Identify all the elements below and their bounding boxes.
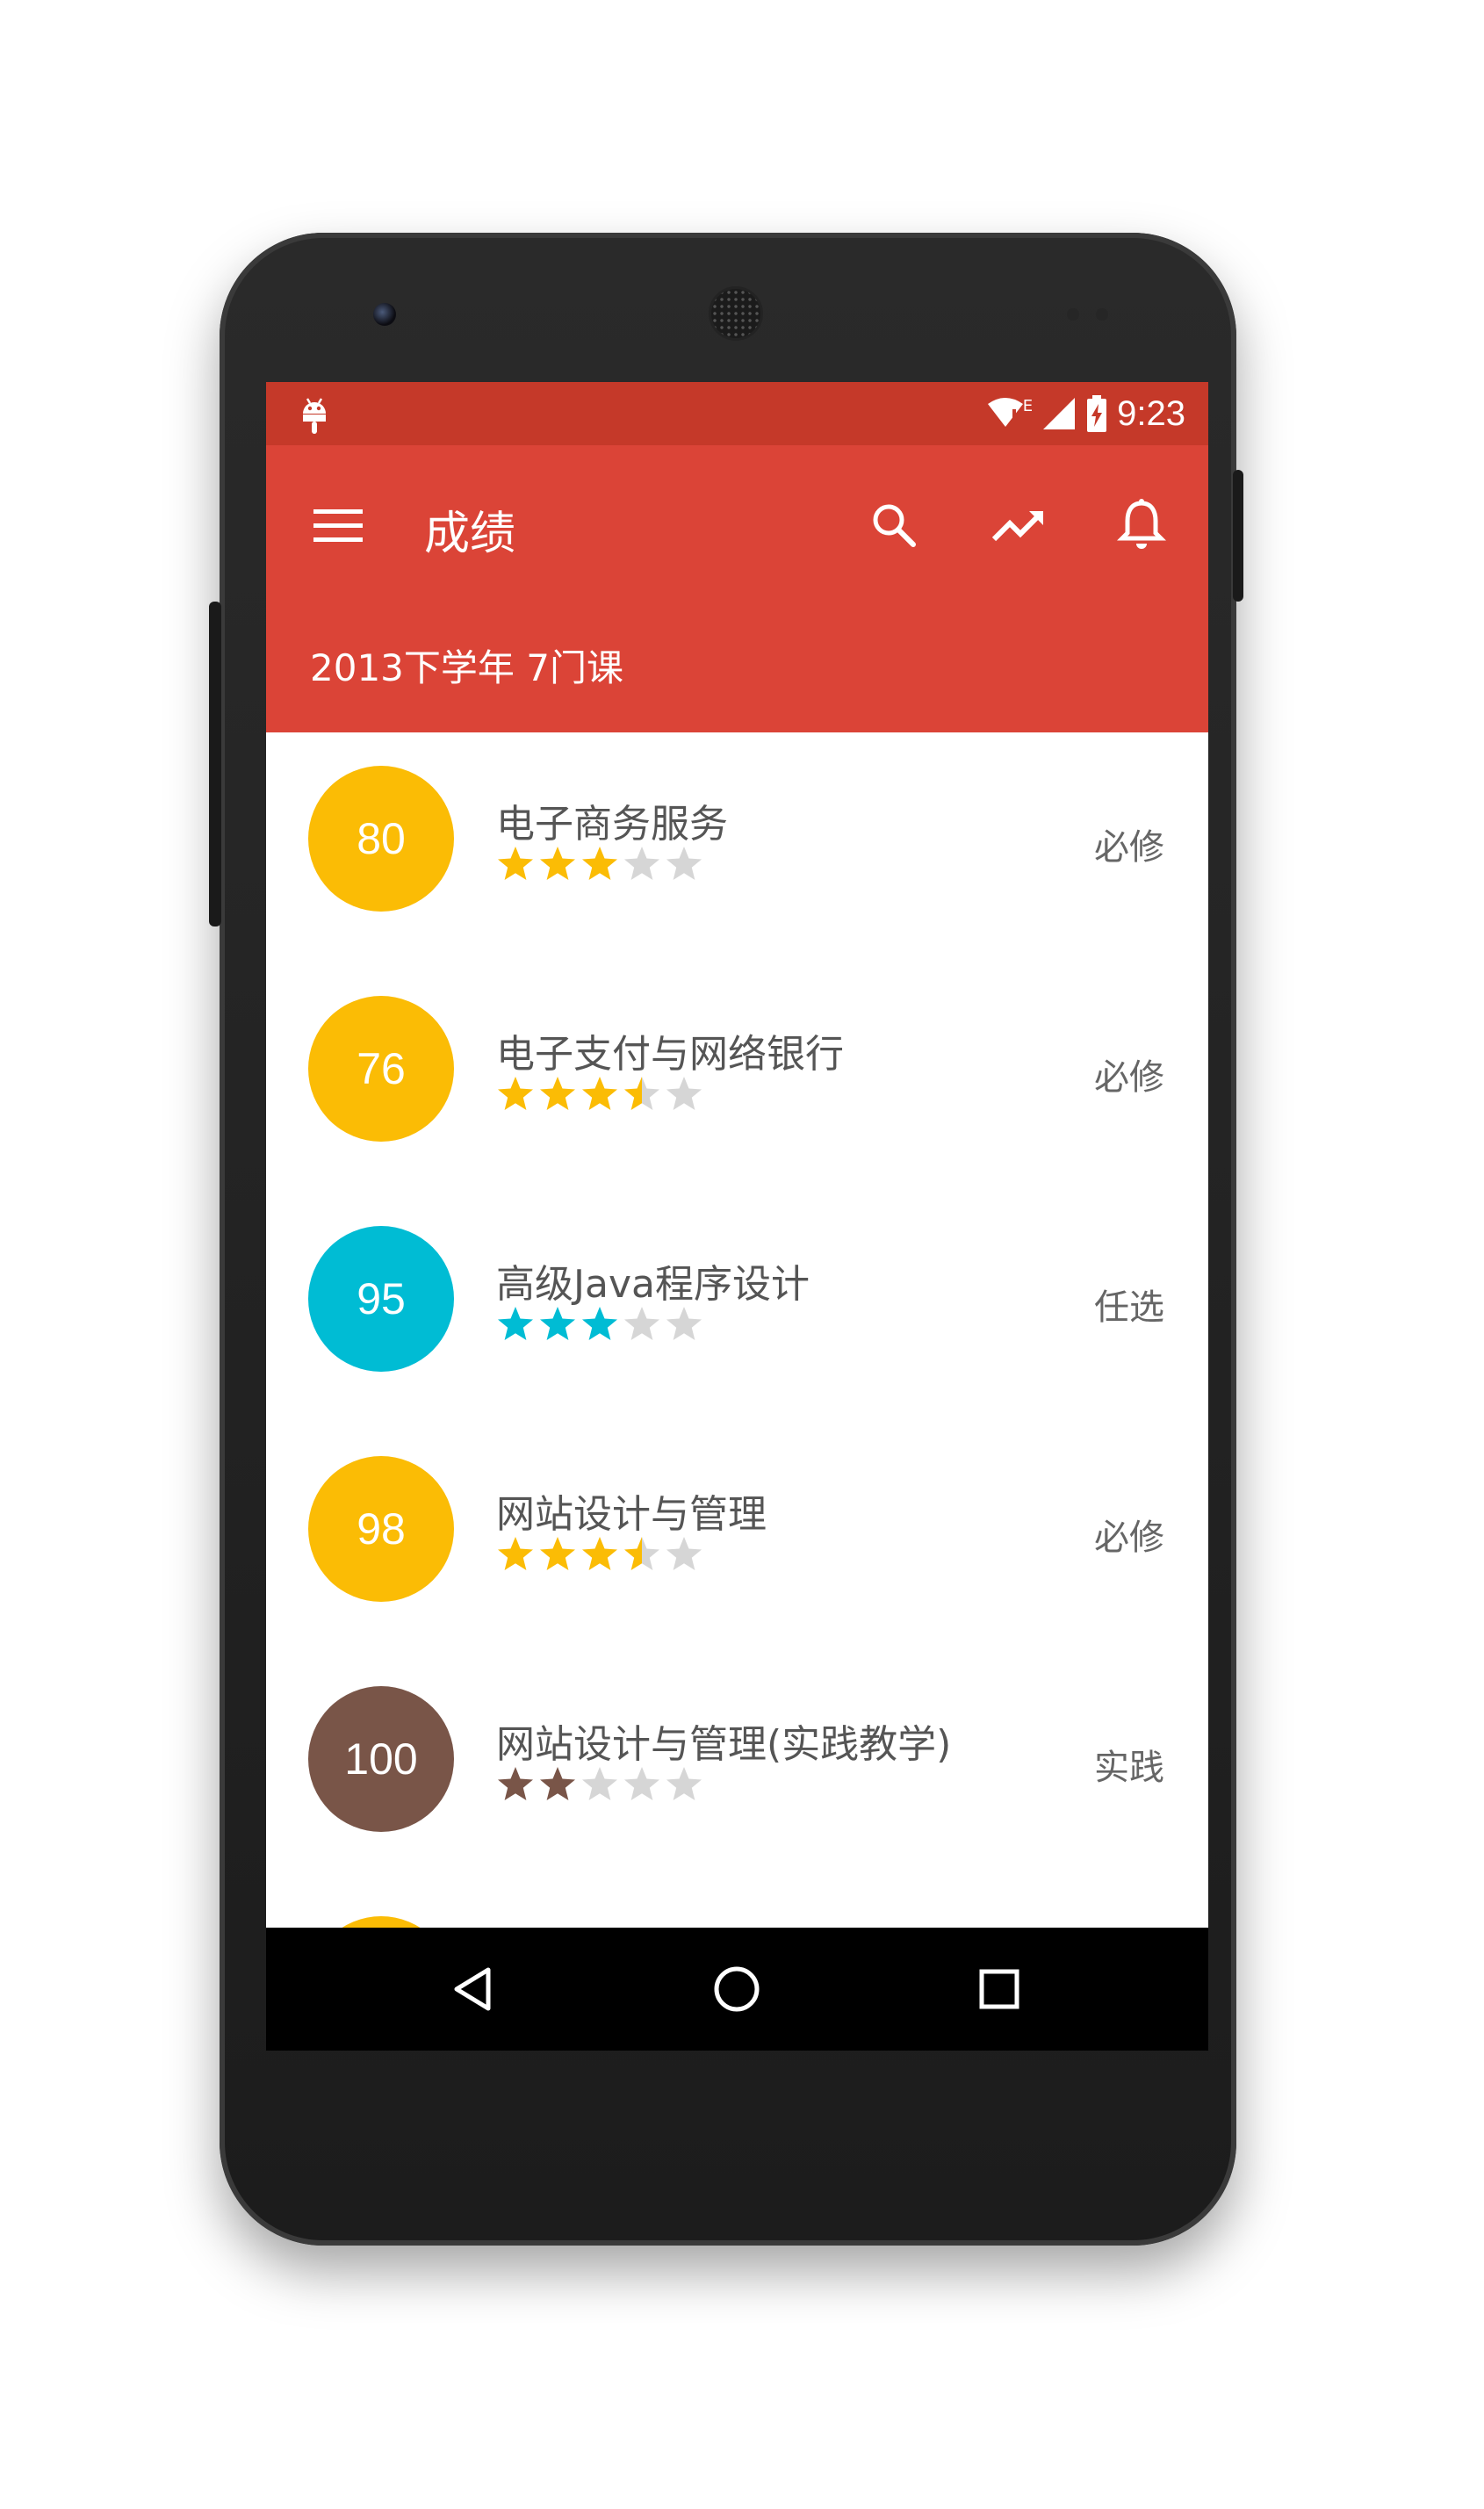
signal-icon [1043,398,1076,429]
rating-stars [496,845,703,883]
volume-rocker [209,602,221,926]
star-icon [540,1307,575,1340]
star-icon [498,1767,533,1800]
course-row[interactable]: 76 电子支付与网络银行必修 [266,963,1208,1193]
app-bar: 成绩 2013下学年 7门课 [266,445,1208,732]
home-icon [714,1966,760,2012]
rating-stars [496,1765,703,1804]
star-icon [666,1307,702,1340]
star-icon [666,1537,702,1570]
light-sensor [1096,308,1108,321]
star-icon [582,1537,617,1570]
course-row[interactable]: 80 电子商务服务必修 [266,732,1208,963]
page-title: 成绩 [424,508,516,560]
status-bar: E 9:23 [266,382,1208,445]
star-icon [582,1077,617,1110]
star-icon [498,847,533,880]
star-icon [624,1537,659,1570]
score-badge: 100 [308,1686,454,1832]
star-icon [540,1767,575,1800]
course-name: 网站设计与管理 [496,1492,767,1537]
earpiece-speaker [711,289,760,338]
term-summary: 2013下学年 7门课 [310,646,623,689]
course-row[interactable]: 100 网站设计与管理(实践教学) 实践 [266,1653,1208,1883]
menu-icon[interactable] [310,498,366,554]
system-nav-bar [266,1928,1208,2051]
star-icon [540,1077,575,1110]
course-type: 必修 [1094,1057,1164,1098]
star-icon [498,1077,533,1110]
rating-stars [496,1305,703,1344]
front-camera [373,303,396,326]
course-name: 网站设计与管理(实践教学) [496,1722,952,1767]
course-type: 必修 [1094,827,1164,868]
star-icon [624,1077,659,1110]
course-list: 80 电子商务服务 必修 76 电子支付与网络银行 必修 95 高级Java程序设计 任选 98 网… [266,732,1208,2051]
notifications-button[interactable] [1111,494,1172,556]
lte-label: E [1022,396,1034,415]
search-button[interactable] [863,494,925,556]
course-name: 电子商务服务 [496,802,728,847]
score-badge: 76 [308,996,454,1142]
wifi-icon [987,398,1023,427]
star-icon [666,847,702,880]
back-icon [454,1967,491,2011]
course-name: 电子支付与网络银行 [496,1032,844,1077]
score-badge: 95 [308,1226,454,1372]
trend-button[interactable] [988,494,1049,556]
course-type: 必修 [1094,1518,1164,1558]
score-badge: 98 [308,1456,454,1602]
bell-icon [1117,499,1166,549]
course-row[interactable]: 95 高级Java程序设计任选 [266,1193,1208,1423]
star-icon [540,1537,575,1570]
star-icon [582,1767,617,1800]
search-icon [873,504,916,547]
course-type: 实践 [1094,1748,1164,1788]
star-icon [666,1767,702,1800]
proximity-sensor [1067,308,1079,321]
status-time: 9:23 [1117,393,1185,433]
course-type: 任选 [1094,1287,1164,1328]
recents-icon [979,1969,1019,2009]
star-icon [582,847,617,880]
recents-button[interactable] [964,1954,1034,2024]
star-icon [540,847,575,880]
star-icon [624,1307,659,1340]
home-button[interactable] [702,1954,772,2024]
screen: E 9:23 成绩 2013下学年 7门课 80 电子商务服务 必修 76 电子… [266,382,1208,2051]
star-icon [624,847,659,880]
star-icon [624,1767,659,1800]
rating-stars [496,1075,703,1114]
course-row[interactable]: 98 网站设计与管理必修 [266,1423,1208,1653]
battery-charging-icon [1087,395,1107,432]
score-badge: 80 [308,766,454,912]
trending-up-icon [991,511,1043,542]
star-icon [498,1537,533,1570]
star-icon [666,1077,702,1110]
android-icon [303,398,326,434]
course-name: 高级Java程序设计 [496,1262,810,1307]
star-icon [498,1307,533,1340]
back-button[interactable] [439,1954,509,2024]
rating-stars [496,1535,703,1574]
power-button [1233,470,1243,602]
star-icon [582,1307,617,1340]
